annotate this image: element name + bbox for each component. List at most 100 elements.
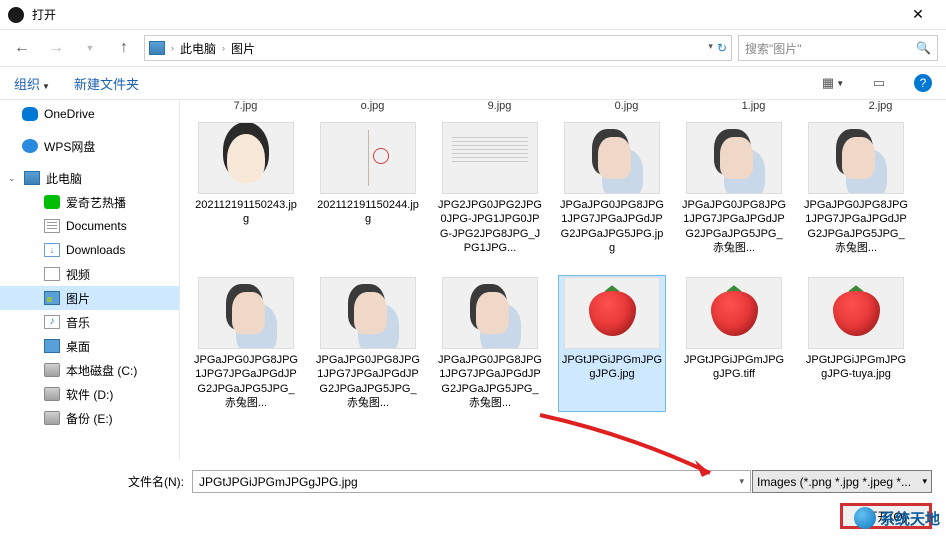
file-thumbnail[interactable]: JPGtJPGiJPGmJPGgJPG-tuya.jpg: [802, 275, 910, 412]
filetype-filter[interactable]: Images (*.png *.jpg *.jpeg *...▾: [752, 470, 932, 493]
file-thumbnail[interactable]: JPGaJPG0JPG8JPG1JPG7JPGaJPGdJPG2JPGaJPG5…: [436, 275, 544, 412]
document-icon: [44, 219, 60, 233]
chevron-down-icon: ▾: [922, 476, 927, 487]
back-button[interactable]: ←: [8, 35, 36, 61]
sidebar-music[interactable]: 音乐: [0, 310, 179, 334]
iqiyi-icon: [44, 195, 60, 209]
cloud-icon: [22, 107, 38, 121]
thumbnail-image: [442, 277, 538, 349]
file-thumbnail[interactable]: JPGaJPG0JPG8JPG1JPG7JPGaJPGdJPG2JPGaJPG5…: [802, 120, 910, 257]
view-options-button[interactable]: ▦▼: [822, 74, 844, 92]
toolbar: 组织▼ 新建文件夹 ▦▼ ▭ ?: [0, 66, 946, 100]
video-icon: [44, 267, 60, 281]
address-bar[interactable]: › 此电脑 › 图片 ▾ ↻: [144, 35, 732, 61]
sidebar-drive-c[interactable]: 本地磁盘 (C:): [0, 358, 179, 382]
thumbnail-caption: JPGaJPG0JPG8JPG1JPG7JPGaJPGdJPG2JPGaJPG5…: [682, 198, 786, 255]
sidebar-downloads[interactable]: Downloads: [0, 238, 179, 262]
thumbnail-image: [686, 277, 782, 349]
file-thumbnail[interactable]: 202112191150244.jpg: [314, 120, 422, 257]
address-dropdown-icon[interactable]: ▾: [708, 41, 713, 55]
picture-icon: [44, 291, 60, 305]
up-button[interactable]: ↑: [110, 35, 138, 61]
sidebar-wps[interactable]: WPS网盘: [0, 134, 179, 158]
sidebar-iqiyi[interactable]: 爱奇艺热播: [0, 190, 179, 214]
window-title: 打开: [32, 6, 898, 23]
file-thumbnail[interactable]: JPGaJPG0JPG8JPG1JPG7JPGaJPGdJPG2JPGaJPG5…: [558, 120, 666, 257]
nav-bar: ← → ▼ ↑ › 此电脑 › 图片 ▾ ↻ 搜索"图片" 🔍: [0, 30, 946, 66]
thumbnail-caption: JPGaJPG0JPG8JPG1JPG7JPGaJPGdJPG2JPGaJPG5…: [438, 353, 542, 410]
thumbnail-image: [442, 122, 538, 194]
drive-icon: [44, 387, 60, 401]
search-placeholder: 搜索"图片": [745, 40, 802, 57]
sidebar-documents[interactable]: Documents: [0, 214, 179, 238]
thumbnail-image: [564, 122, 660, 194]
drive-icon: [44, 363, 60, 377]
thumbnail-caption: JPGtJPGiJPGmJPGgJPG.jpg: [560, 353, 664, 382]
cutoff-row: 7.jpg o.jpg 9.jpg 0.jpg 1.jpg 2.jpg: [188, 100, 938, 112]
thumbnail-image: [320, 122, 416, 194]
filename-dropdown-icon[interactable]: ▾: [739, 476, 744, 487]
sidebar-onedrive[interactable]: OneDrive: [0, 102, 179, 126]
cutoff-label: 2.jpg: [831, 100, 930, 112]
pc-icon: [24, 171, 40, 185]
refresh-icon[interactable]: ↻: [717, 41, 727, 55]
file-thumbnail[interactable]: JPGaJPG0JPG8JPG1JPG7JPGaJPGdJPG2JPGaJPG5…: [314, 275, 422, 412]
thumbnail-caption: JPGaJPG0JPG8JPG1JPG7JPGaJPGdJPG2JPGaJPG5…: [560, 198, 664, 255]
organize-menu[interactable]: 组织▼: [14, 74, 50, 93]
cutoff-label: 0.jpg: [577, 100, 676, 112]
thumbnail-image: [198, 277, 294, 349]
cutoff-label: 9.jpg: [450, 100, 549, 112]
preview-pane-button[interactable]: ▭: [868, 74, 890, 92]
thumbnail-image: [564, 277, 660, 349]
close-button[interactable]: ✕: [898, 6, 938, 23]
sidebar: OneDrive WPS网盘 ⌄此电脑 爱奇艺热播 Documents Down…: [0, 100, 180, 460]
file-panel[interactable]: 7.jpg o.jpg 9.jpg 0.jpg 1.jpg 2.jpg 202112191…: [180, 100, 946, 460]
file-thumbnail[interactable]: JPGtJPGiJPGmJPGgJPG.jpg: [558, 275, 666, 412]
recent-dropdown[interactable]: ▼: [76, 35, 104, 61]
forward-button[interactable]: →: [42, 35, 70, 61]
drive-icon: [44, 411, 60, 425]
file-thumbnail[interactable]: JPG2JPG0JPG2JPG0JPG-JPG1JPG0JPG-JPG2JPG8…: [436, 120, 544, 257]
chevron-right-icon: ›: [171, 43, 174, 53]
download-icon: [44, 243, 60, 257]
globe-icon: [854, 507, 876, 529]
thumbnail-caption: JPG2JPG0JPG2JPG0JPG-JPG1JPG0JPG-JPG2JPG8…: [438, 198, 542, 255]
wps-icon: [22, 139, 38, 153]
sidebar-videos[interactable]: 视频: [0, 262, 179, 286]
breadcrumb-folder[interactable]: 图片: [231, 40, 255, 57]
file-thumbnail[interactable]: 202112191150243.jpg: [192, 120, 300, 257]
breadcrumb-root[interactable]: 此电脑: [180, 40, 216, 57]
cutoff-label: o.jpg: [323, 100, 422, 112]
thumbnail-image: [808, 122, 904, 194]
thumbnail-caption: JPGtJPGiJPGmJPGgJPG-tuya.jpg: [804, 353, 908, 382]
filename-input[interactable]: [192, 470, 751, 493]
search-input[interactable]: 搜索"图片" 🔍: [738, 35, 938, 61]
watermark: 系统天地: [854, 507, 940, 529]
collapse-icon[interactable]: ⌄: [8, 173, 18, 184]
thumbnail-image: [686, 122, 782, 194]
pc-icon: [149, 41, 165, 55]
music-icon: [44, 315, 60, 329]
sidebar-thispc[interactable]: ⌄此电脑: [0, 166, 179, 190]
thumbnail-caption: 202112191150243.jpg: [194, 198, 298, 227]
cutoff-label: 1.jpg: [704, 100, 803, 112]
cutoff-label: 7.jpg: [196, 100, 295, 112]
file-thumbnail[interactable]: JPGtJPGiJPGmJPGgJPG.tiff: [680, 275, 788, 412]
sidebar-drive-d[interactable]: 软件 (D:): [0, 382, 179, 406]
sidebar-desktop[interactable]: 桌面: [0, 334, 179, 358]
app-icon: [8, 7, 24, 23]
new-folder-button[interactable]: 新建文件夹: [74, 74, 139, 93]
file-thumbnail[interactable]: JPGaJPG0JPG8JPG1JPG7JPGaJPGdJPG2JPGaJPG5…: [192, 275, 300, 412]
filename-label: 文件名(N):: [14, 473, 184, 490]
help-icon[interactable]: ?: [914, 74, 932, 92]
thumbnail-caption: JPGaJPG0JPG8JPG1JPG7JPGaJPGdJPG2JPGaJPG5…: [804, 198, 908, 255]
file-thumbnail[interactable]: JPGaJPG0JPG8JPG1JPG7JPGaJPGdJPG2JPGaJPG5…: [680, 120, 788, 257]
sidebar-pictures[interactable]: 图片: [0, 286, 179, 310]
thumbnail-caption: JPGaJPG0JPG8JPG1JPG7JPGaJPGdJPG2JPGaJPG5…: [316, 353, 420, 410]
desktop-icon: [44, 339, 60, 353]
thumbnail-caption: JPGaJPG0JPG8JPG1JPG7JPGaJPGdJPG2JPGaJPG5…: [194, 353, 298, 410]
bottom-panel: 文件名(N): ▾ Images (*.png *.jpg *.jpeg *..…: [0, 460, 946, 543]
sidebar-drive-e[interactable]: 备份 (E:): [0, 406, 179, 430]
thumbnail-caption: JPGtJPGiJPGmJPGgJPG.tiff: [682, 353, 786, 382]
search-icon: 🔍: [916, 41, 931, 55]
